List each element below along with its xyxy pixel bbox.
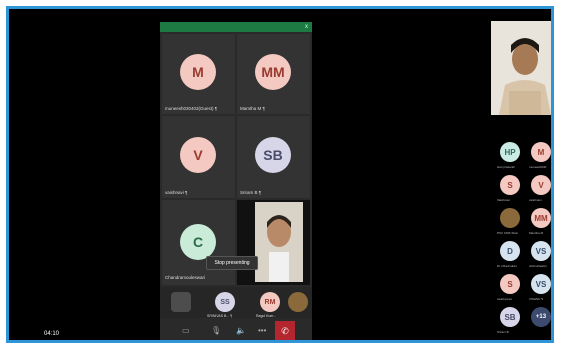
participant-avatar[interactable]: HP	[500, 142, 520, 162]
self-video	[255, 202, 303, 282]
participant-avatar-image[interactable]	[500, 208, 520, 228]
video-frame: x M muneesh030403(Guest) ¶ MM Mamtha M ¶…	[6, 6, 554, 343]
camera-off-icon[interactable]: ▭	[182, 326, 190, 335]
participant-label: Dr.J.Ravindran	[497, 264, 517, 268]
avatar: MM	[255, 54, 291, 90]
screen-top-bar: x	[160, 22, 312, 32]
participant-avatar[interactable]: S	[500, 175, 520, 195]
avatar: C	[180, 224, 216, 260]
avatar-image	[288, 292, 308, 312]
participant-label: Vaishnavi	[497, 198, 510, 202]
participant-avatar[interactable]: VS	[531, 274, 551, 294]
camera-preview-icon[interactable]	[171, 292, 191, 312]
participant-label: VISHNU S	[529, 297, 544, 301]
more-button[interactable]: •••	[258, 326, 266, 335]
participant-label: Sriram B	[497, 330, 509, 334]
participant-avatar[interactable]: VS	[531, 241, 551, 261]
participant-label: vishnuhaarini	[529, 264, 547, 268]
participant-name: vaishnavi ¶	[165, 190, 188, 195]
self-video-tile[interactable]	[237, 200, 310, 285]
participant-label: vaishnavi	[529, 198, 542, 202]
mic-off-icon[interactable]: 🎙	[211, 326, 221, 335]
avatar: SB	[255, 137, 291, 173]
participant-label: Mamtha M	[529, 231, 544, 235]
call-controls: ▭ 🎙 🔈 ••• ✆	[160, 318, 312, 340]
participant-label: Hari prasanth	[497, 165, 516, 169]
participant-label: swathy/ece	[497, 297, 513, 301]
playback-time: 04:10	[44, 331, 60, 337]
participant-label: muneesh030	[529, 165, 547, 169]
presenter-video-image	[491, 21, 551, 115]
avatar: M	[180, 54, 216, 90]
participant-label: PSV CMS Shwi	[497, 231, 518, 235]
avatar: V	[180, 137, 216, 173]
more-participants-badge[interactable]: +13	[531, 307, 551, 327]
avatar: RM	[260, 292, 280, 312]
participant-avatar[interactable]: D	[500, 241, 520, 261]
participant-avatar[interactable]: M	[531, 142, 551, 162]
stop-presenting-tooltip[interactable]: Stop presenting	[206, 256, 258, 270]
presenter-video[interactable]	[491, 21, 551, 115]
participant-name: Mamtha M ¶	[240, 106, 265, 111]
participant-tile[interactable]: C Chandramouleswari	[162, 200, 235, 285]
speaker-icon[interactable]: 🔈	[236, 326, 246, 335]
participant-tile[interactable]: M muneesh030403(Guest) ¶	[162, 34, 235, 114]
participant-name: Chandramouleswari	[165, 275, 206, 280]
participant-name: Sriram B ¶	[240, 190, 262, 195]
avatar: SS	[215, 292, 235, 312]
participant-avatar[interactable]: V	[531, 175, 551, 195]
participant-tile[interactable]: SB Sriram B ¶	[237, 116, 310, 198]
participant-tile[interactable]: V vaishnavi ¶	[162, 116, 235, 198]
bottom-participants-row: SS SRINIVAS B... ¶ RM Ragul Kum...	[160, 287, 312, 318]
end-call-icon[interactable]: ✆	[275, 321, 295, 340]
participant-tile[interactable]: MM Mamtha M ¶	[237, 34, 310, 114]
participant-name: muneesh030403(Guest) ¶	[165, 106, 218, 111]
shared-screen: x M muneesh030403(Guest) ¶ MM Mamtha M ¶…	[160, 22, 312, 340]
close-icon[interactable]: x	[305, 22, 308, 32]
participant-avatar[interactable]: S	[500, 274, 520, 294]
participant-avatar[interactable]: MM	[531, 208, 551, 228]
participant-avatar[interactable]: SB	[500, 307, 520, 327]
